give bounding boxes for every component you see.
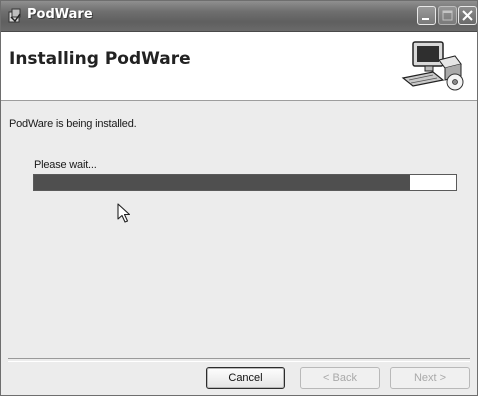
title-bar[interactable]: PodWare (1, 1, 477, 32)
progress-fill (34, 175, 410, 190)
wizard-header: Installing PodWare (1, 32, 477, 101)
window-title: PodWare (27, 7, 93, 22)
maximize-button[interactable] (438, 6, 457, 25)
minimize-icon (422, 18, 429, 20)
computer-install-icon (399, 38, 465, 94)
installer-window: PodWare Installing PodWare PodWare is be… (0, 0, 478, 396)
back-button[interactable]: < Back (300, 367, 380, 389)
status-text: PodWare is being installed. (9, 118, 137, 130)
page-title: Installing PodWare (9, 49, 191, 69)
cancel-button[interactable]: Cancel (206, 367, 285, 389)
footer-divider (8, 358, 470, 362)
next-button[interactable]: Next > (390, 367, 470, 389)
wait-label: Please wait... (34, 159, 97, 171)
maximize-icon (442, 10, 453, 21)
mouse-cursor-icon (117, 203, 133, 225)
close-icon (462, 10, 473, 21)
close-button[interactable] (458, 6, 477, 25)
minimize-button[interactable] (417, 6, 436, 25)
installer-icon (7, 8, 23, 24)
install-progress-bar (33, 174, 457, 191)
